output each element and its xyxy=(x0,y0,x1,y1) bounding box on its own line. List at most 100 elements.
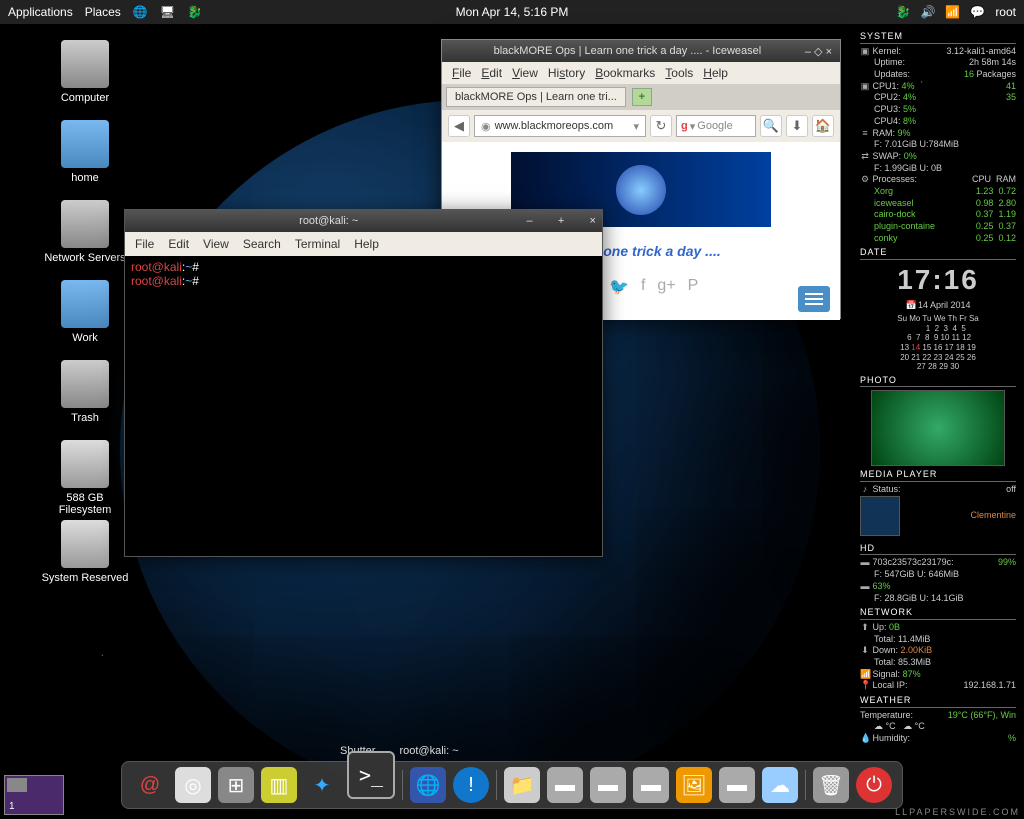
dock-info[interactable]: ! xyxy=(453,767,489,803)
label: 588 GB Filesystem xyxy=(40,492,130,516)
minimize-icon[interactable]: – xyxy=(805,46,811,58)
dock-debian[interactable]: @ xyxy=(132,767,168,803)
dock-terminal[interactable]: >_ xyxy=(347,751,395,799)
user-menu[interactable]: root xyxy=(995,5,1016,19)
menu-edit[interactable]: Edit xyxy=(168,237,189,251)
menu-bookmarks[interactable]: Bookmarks xyxy=(595,66,655,80)
twitter-icon[interactable]: 🐦 xyxy=(609,277,629,297)
dock: @ ◎ ⊞ ▥ ✦ >_ 🌐 ! 📁 ▬ ▬ ▬ 🖼 ▬ ☁ 🗑 ⏻ xyxy=(121,761,903,809)
maximize-icon[interactable]: ◇ xyxy=(814,46,822,58)
volume-icon[interactable]: 🔊 xyxy=(920,5,935,19)
google-icon: g xyxy=(681,120,688,132)
search-placeholder: Google xyxy=(697,120,732,132)
menu-file[interactable]: File xyxy=(452,66,471,80)
menu-tools[interactable]: Tools xyxy=(665,66,693,80)
home-button[interactable]: 🏠 xyxy=(812,115,834,137)
applications-menu[interactable]: Applications xyxy=(8,5,73,19)
photo-thumb xyxy=(871,390,1005,466)
menu-history[interactable]: History xyxy=(548,66,585,80)
kali-icon[interactable]: 🐉 xyxy=(187,5,202,19)
browser-tab[interactable]: blackMORE Ops | Learn one tri... xyxy=(446,87,626,107)
dock-drive1[interactable]: ▬ xyxy=(547,767,583,803)
places-menu[interactable]: Places xyxy=(85,5,121,19)
new-tab-button[interactable]: + xyxy=(632,88,652,106)
dock-power[interactable]: ⏻ xyxy=(856,767,892,803)
dock-pictures[interactable]: 🖼 xyxy=(676,767,712,803)
hamburger-button[interactable] xyxy=(798,286,830,312)
desktop-trash[interactable]: Trash xyxy=(40,360,130,424)
desktop-reserved[interactable]: System Reserved xyxy=(40,520,130,584)
pinterest-icon[interactable]: P xyxy=(688,277,699,297)
desktop-work[interactable]: Work xyxy=(40,280,130,344)
dock-drive2[interactable]: ▬ xyxy=(590,767,626,803)
browser-titlebar[interactable]: blackMORE Ops | Learn one trick a day ..… xyxy=(442,40,840,62)
close-icon[interactable]: × xyxy=(826,46,832,58)
dock-drive3[interactable]: ▬ xyxy=(633,767,669,803)
network-icon[interactable]: 📶 xyxy=(945,5,960,19)
menu-view[interactable]: View xyxy=(203,237,229,251)
window-title: root@kali: ~ xyxy=(299,215,358,227)
terminal-window: root@kali: ~ – + × File Edit View Search… xyxy=(124,209,603,557)
app-launcher-2[interactable]: 🖥 xyxy=(160,5,175,19)
menu-search[interactable]: Search xyxy=(243,237,281,251)
dock-files[interactable]: 📁 xyxy=(504,767,540,803)
download-button[interactable]: ⬇ xyxy=(786,115,808,137)
dragon-icon[interactable]: 🐉 xyxy=(896,5,911,19)
workspace-switcher[interactable]: 1 xyxy=(4,775,64,815)
browser-tabbar: blackMORE Ops | Learn one tri... + xyxy=(442,84,840,110)
facebook-icon[interactable]: f xyxy=(641,277,645,297)
menu-help[interactable]: Help xyxy=(354,237,379,251)
desktop-network[interactable]: Network Servers xyxy=(40,200,130,264)
top-panel: Applications Places 🌐 🖥 🐉 Mon Apr 14, 5:… xyxy=(0,0,1024,24)
search-bar[interactable]: g▾Google xyxy=(676,115,756,137)
browser-menubar: File Edit View History Bookmarks Tools H… xyxy=(442,62,840,84)
weather-header: WEATHER xyxy=(860,695,1016,708)
gplus-icon[interactable]: g+ xyxy=(657,277,675,297)
menu-terminal[interactable]: Terminal xyxy=(295,237,340,251)
system-header: SYSTEM xyxy=(860,31,1016,44)
conky-panel: SYSTEM ▣ Kernel:3.12-kali1-amd64 Uptime:… xyxy=(860,28,1016,745)
label: Computer xyxy=(40,92,130,104)
label: home xyxy=(40,172,130,184)
tooltip-terminal: root@kali: ~ xyxy=(399,745,458,757)
dock-notes[interactable]: ▥ xyxy=(261,767,297,803)
search-button[interactable]: 🔍 xyxy=(760,115,782,137)
media-header: MEDIA PLAYER xyxy=(860,469,1016,482)
desktop-computer[interactable]: Computer xyxy=(40,40,130,104)
menu-help[interactable]: Help xyxy=(703,66,728,80)
clock-time: 17:16 xyxy=(860,262,1016,298)
hd-header: HD xyxy=(860,543,1016,556)
dock-weather[interactable]: ☁ xyxy=(762,767,798,803)
terminal-titlebar[interactable]: root@kali: ~ – + × xyxy=(125,210,602,232)
dock-iceweasel[interactable]: 🌐 xyxy=(410,767,446,803)
reload-button[interactable]: ↻ xyxy=(650,115,672,137)
photo-header: PHOTO xyxy=(860,375,1016,388)
window-title: blackMORE Ops | Learn one trick a day ..… xyxy=(450,45,805,57)
minimize-icon[interactable]: – xyxy=(526,215,532,228)
desktop-filesystem[interactable]: 588 GB Filesystem xyxy=(40,440,130,516)
date-header: DATE xyxy=(860,247,1016,260)
dock-trash[interactable]: 🗑 xyxy=(813,767,849,803)
chat-icon[interactable]: 💬 xyxy=(970,5,985,19)
close-icon[interactable]: × xyxy=(590,215,596,228)
dock-drive4[interactable]: ▬ xyxy=(719,767,755,803)
menu-edit[interactable]: Edit xyxy=(481,66,502,80)
clock[interactable]: Mon Apr 14, 5:16 PM xyxy=(456,5,569,19)
app-launcher-1[interactable]: 🌐 xyxy=(133,5,148,19)
dock-shutter[interactable]: ✦ xyxy=(304,767,340,803)
album-art xyxy=(860,496,900,536)
desktop-home[interactable]: home xyxy=(40,120,130,184)
url-bar[interactable]: ◉www.blackmoreops.com▾ xyxy=(474,115,646,137)
dock-calculator[interactable]: ⊞ xyxy=(218,767,254,803)
globe-icon: ◉ xyxy=(481,120,491,133)
menu-file[interactable]: File xyxy=(135,237,154,251)
dock-armitage[interactable]: ◎ xyxy=(175,767,211,803)
back-button[interactable]: ◀ xyxy=(448,115,470,137)
terminal-menubar: File Edit View Search Terminal Help xyxy=(125,232,602,256)
terminal-body[interactable]: root@kali:~# root@kali:~# xyxy=(125,256,602,292)
url-text: www.blackmoreops.com xyxy=(495,120,614,132)
menu-view[interactable]: View xyxy=(512,66,538,80)
browser-navbar: ◀ ◉www.blackmoreops.com▾ ↻ g▾Google 🔍 ⬇ … xyxy=(442,110,840,142)
maximize-icon[interactable]: + xyxy=(558,215,564,228)
workspace-number: 1 xyxy=(9,801,15,812)
